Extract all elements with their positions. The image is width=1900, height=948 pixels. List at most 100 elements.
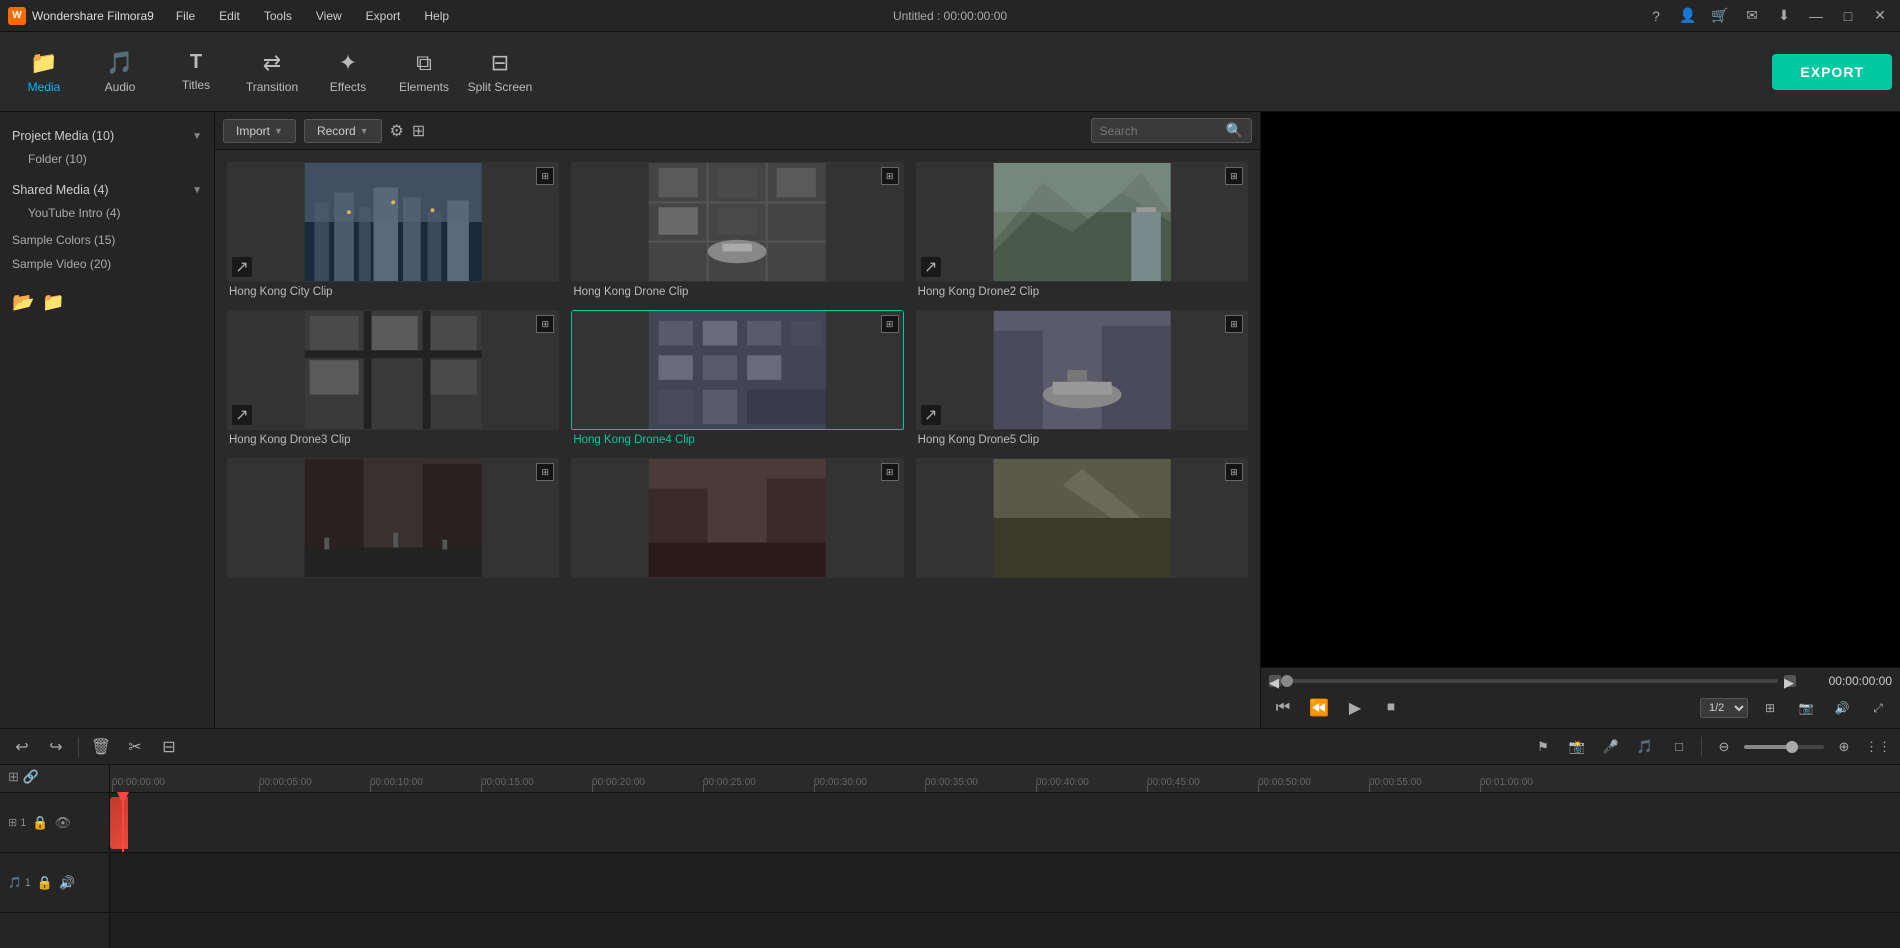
tool-titles[interactable]: T Titles xyxy=(160,37,232,107)
preview-volume-icon[interactable]: 🔊 xyxy=(1828,694,1856,722)
thumb-add-6[interactable]: ↗ xyxy=(921,405,941,425)
media-thumb-3: ⊞ ↗ xyxy=(916,162,1248,282)
sidebar-sample-video[interactable]: Sample Video (20) xyxy=(0,252,214,276)
new-folder-icon[interactable]: 📁 xyxy=(42,292,64,313)
sidebar-folder-item[interactable]: Folder (10) xyxy=(0,148,214,170)
tl-audio-icon[interactable]: 🎵 xyxy=(1631,733,1659,761)
sidebar-shared-media-label: Shared Media (4) xyxy=(12,183,109,197)
zoom-slider-track[interactable] xyxy=(1744,745,1824,749)
preview-prev-frame[interactable]: ◀ xyxy=(1269,675,1281,687)
media-item-8[interactable]: ⊞ xyxy=(571,458,903,582)
audio-track-lock[interactable]: 🔒 xyxy=(37,875,53,891)
ruler-spacer: ⊞ 🔗 xyxy=(0,765,109,793)
track-link-icon[interactable]: 🔗 xyxy=(23,769,39,785)
tl-settings-icon[interactable]: ⋮⋮ xyxy=(1864,733,1892,761)
grid-view-icon[interactable]: ⊞ xyxy=(412,121,425,141)
media-item-7[interactable]: ⊞ xyxy=(227,458,559,582)
toolbar-divider-2 xyxy=(1701,737,1702,757)
ruler-mark-11: 00:00:55:00 xyxy=(1367,765,1422,792)
tl-mic-icon[interactable]: 🎤 xyxy=(1597,733,1625,761)
tl-caption-icon[interactable]: □ xyxy=(1665,733,1693,761)
tl-camera-icon[interactable]: 📸 xyxy=(1563,733,1591,761)
video-track-lock[interactable]: 🔒 xyxy=(32,815,48,831)
video-clip-start[interactable] xyxy=(110,797,128,849)
preview-go-start[interactable]: ⏮ xyxy=(1269,694,1297,722)
media-item-4[interactable]: ⊞ ↗ Hong Kong Drone3 Clip xyxy=(227,310,559,446)
title-bar-right: ? 👤 🛒 ✉ ⬇ — □ ✕ xyxy=(1644,4,1892,28)
menu-tools[interactable]: Tools xyxy=(260,7,296,25)
menu-view[interactable]: View xyxy=(312,7,346,25)
export-button[interactable]: EXPORT xyxy=(1772,54,1892,90)
sidebar-section-project-media: Project Media (10) ▼ Folder (10) xyxy=(0,120,214,174)
tool-effects[interactable]: ✦ Effects xyxy=(312,37,384,107)
tl-marker-icon[interactable]: ⚑ xyxy=(1529,733,1557,761)
preview-fullscreen-icon[interactable]: ⤢ xyxy=(1864,694,1892,722)
zoom-slider-handle[interactable] xyxy=(1786,741,1798,753)
download-icon-btn[interactable]: ⬇ xyxy=(1772,4,1796,28)
search-input[interactable] xyxy=(1100,124,1220,138)
media-item-2[interactable]: ⊞ Hong Kong Drone Clip xyxy=(571,162,903,298)
title-center: Untitled : 00:00:00:00 xyxy=(893,9,1007,23)
media-item-1[interactable]: ⊞ ↗ Hong Kong City Clip xyxy=(227,162,559,298)
record-button[interactable]: Record ▼ xyxy=(304,119,382,143)
menu-file[interactable]: File xyxy=(172,7,199,25)
preview-snapshot-icon[interactable]: 📷 xyxy=(1792,694,1820,722)
thumb-add-1[interactable]: ↗ xyxy=(232,257,252,277)
preview-zoom-select[interactable]: 1/2 Full 1/4 xyxy=(1700,698,1748,718)
audio-track-lane[interactable] xyxy=(110,853,1900,913)
timeline-delete[interactable]: 🗑 xyxy=(87,733,115,761)
tool-transition[interactable]: ⇄ Transition xyxy=(236,37,308,107)
media-item-6[interactable]: ⊞ ↗ Hong Kong Drone5 Clip xyxy=(916,310,1248,446)
preview-stop[interactable]: ⏹ xyxy=(1377,694,1405,722)
sidebar-shared-media-header[interactable]: Shared Media (4) ▼ xyxy=(0,178,214,202)
preview-buttons: ⏮ ⏪ ▶ ⏹ 1/2 Full 1/4 ⊞ 📷 🔊 ⤢ xyxy=(1269,694,1892,722)
thumb-add-4[interactable]: ↗ xyxy=(232,405,252,425)
ruler-mark-5: 00:00:25:00 xyxy=(701,765,756,792)
preview-timeline: ◀ ▶ 00:00:00:00 xyxy=(1269,674,1892,688)
sidebar-project-media-header[interactable]: Project Media (10) ▼ xyxy=(0,124,214,148)
minimize-btn[interactable]: — xyxy=(1804,4,1828,28)
preview-step-back[interactable]: ⏪ xyxy=(1305,694,1333,722)
timeline-cut[interactable]: ✂ xyxy=(121,733,149,761)
track-add-video[interactable]: ⊞ xyxy=(8,769,19,785)
filter-icon[interactable]: ⚙ xyxy=(390,121,404,141)
preview-progress-handle[interactable] xyxy=(1281,675,1293,687)
sidebar-youtube-intro-item[interactable]: YouTube Intro (4) xyxy=(0,202,214,224)
menu-help[interactable]: Help xyxy=(420,7,453,25)
timeline-adjust[interactable]: ⊟ xyxy=(155,733,183,761)
purchase-icon-btn[interactable]: 🛒 xyxy=(1708,4,1732,28)
tl-zoom-in-icon[interactable]: ⊕ xyxy=(1830,733,1858,761)
import-button[interactable]: Import ▼ xyxy=(223,119,296,143)
preview-progress-bar[interactable] xyxy=(1287,679,1778,683)
tool-audio[interactable]: 🎵 Audio xyxy=(84,37,156,107)
account-icon-btn[interactable]: 👤 xyxy=(1676,4,1700,28)
tool-elements[interactable]: ⧉ Elements xyxy=(388,37,460,107)
media-item-9[interactable]: ⊞ xyxy=(916,458,1248,582)
video-track-header: ⊞ 1 🔒 👁 xyxy=(0,793,109,853)
media-item-3[interactable]: ⊞ ↗ Hong Kong Drone2 Clip xyxy=(916,162,1248,298)
timeline-undo[interactable]: ↩ xyxy=(8,733,36,761)
timeline-redo[interactable]: ↪ xyxy=(42,733,70,761)
preview-play[interactable]: ▶ xyxy=(1341,694,1369,722)
close-btn[interactable]: ✕ xyxy=(1868,4,1892,28)
tool-split-screen[interactable]: ⊟ Split Screen xyxy=(464,37,536,107)
video-track-lane[interactable] xyxy=(110,793,1900,853)
help-icon-btn[interactable]: ? xyxy=(1644,4,1668,28)
maximize-btn[interactable]: □ xyxy=(1836,4,1860,28)
tl-zoom-out-icon[interactable]: ⊖ xyxy=(1710,733,1738,761)
sidebar-sample-colors[interactable]: Sample Colors (15) xyxy=(0,228,214,252)
thumb-add-3[interactable]: ↗ xyxy=(921,257,941,277)
preview-panel: ◀ ▶ 00:00:00:00 ⏮ ⏪ ▶ ⏹ 1/2 Full 1/4 xyxy=(1260,112,1900,728)
menu-edit[interactable]: Edit xyxy=(215,7,244,25)
preview-next-frame[interactable]: ▶ xyxy=(1784,675,1796,687)
audio-track-speaker[interactable]: 🔊 xyxy=(59,875,75,891)
tool-media[interactable]: 📁 Media xyxy=(8,37,80,107)
mail-icon-btn[interactable]: ✉ xyxy=(1740,4,1764,28)
preview-fit-icon[interactable]: ⊞ xyxy=(1756,694,1784,722)
search-icon[interactable]: 🔍 xyxy=(1226,122,1243,139)
video-track-eye[interactable]: 👁 xyxy=(55,815,72,831)
add-folder-icon[interactable]: 📂 xyxy=(12,292,34,313)
media-item-5[interactable]: ⊞ Hong Kong Drone4 Clip xyxy=(571,310,903,446)
menu-export[interactable]: Export xyxy=(362,7,405,25)
app-name: Wondershare Filmora9 xyxy=(32,9,154,23)
